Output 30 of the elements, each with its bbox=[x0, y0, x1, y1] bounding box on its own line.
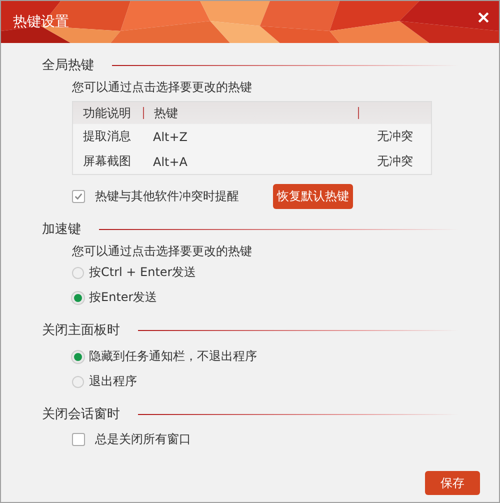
radio-button[interactable] bbox=[72, 376, 84, 388]
table-cell-text: Alt+A bbox=[152, 154, 189, 168]
column-header: 热键 bbox=[153, 105, 178, 122]
column-header: 功能说明 bbox=[82, 105, 132, 122]
checkbox-label: 总是关闭所有窗口 bbox=[95, 430, 191, 448]
radio-button[interactable] bbox=[72, 292, 84, 304]
section-title: 加速键 bbox=[42, 221, 81, 238]
radio-label: 隐藏到任务通知栏，不退出程序 bbox=[89, 348, 257, 365]
section-title: 关闭主面板时 bbox=[42, 322, 120, 339]
table-cell-text: Alt+Z bbox=[152, 130, 189, 144]
checkbox[interactable] bbox=[72, 432, 85, 446]
restore-defaults-button[interactable]: 恢复默认热键 bbox=[273, 184, 353, 208]
checkbox-label: 热键与其他软件冲突时提醒 bbox=[95, 188, 239, 204]
close-icon[interactable] bbox=[478, 12, 489, 23]
save-button[interactable]: 保存 bbox=[425, 471, 480, 495]
section-title: 全局热键 bbox=[42, 57, 94, 74]
radio-label: 按Ctrl + Enter发送 bbox=[89, 264, 196, 281]
hint-text: 您可以通过点击选择要更改的热键 bbox=[72, 79, 253, 96]
radio-button[interactable] bbox=[72, 350, 84, 362]
table-cell-text: 无冲突 bbox=[377, 128, 414, 145]
table-cell-text: 屏幕截图 bbox=[82, 153, 132, 170]
radio-button[interactable] bbox=[72, 266, 84, 278]
checkbox[interactable] bbox=[72, 190, 85, 202]
hint-text: 您可以通过点击选择要更改的热键 bbox=[72, 243, 253, 260]
radio-label: 按Enter发送 bbox=[89, 289, 158, 306]
window-title: 热键设置 bbox=[13, 13, 69, 31]
table-cell-text: 无冲突 bbox=[377, 153, 414, 170]
section-title: 关闭会话窗时 bbox=[42, 406, 120, 423]
radio-label: 退出程序 bbox=[89, 373, 137, 390]
table-cell-text: 提取消息 bbox=[82, 128, 132, 145]
